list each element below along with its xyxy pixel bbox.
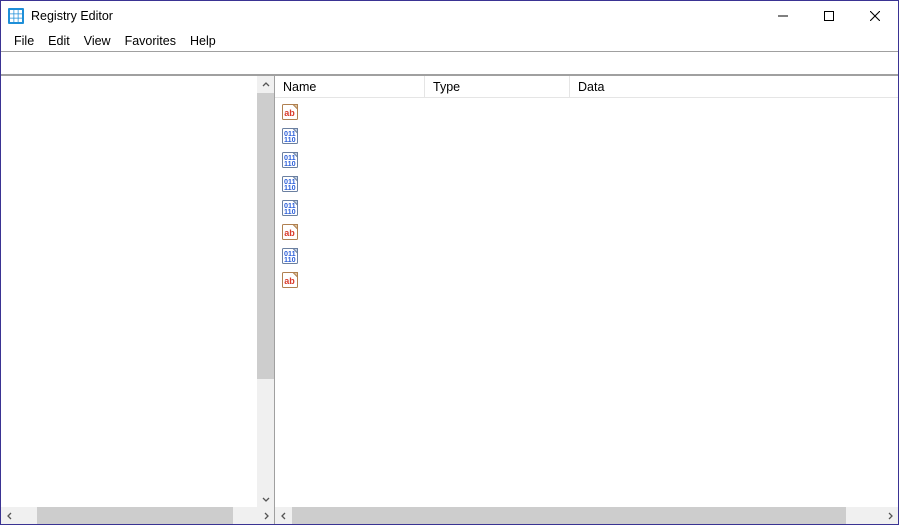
window-controls <box>760 1 898 31</box>
value-row[interactable] <box>279 196 894 220</box>
reg-binary-icon <box>281 151 299 169</box>
reg-binary-icon <box>281 127 299 145</box>
value-row[interactable] <box>279 220 894 244</box>
minimize-button[interactable] <box>760 1 806 31</box>
regedit-app-icon <box>8 8 24 24</box>
reg-binary-icon <box>281 175 299 193</box>
values-pane: Name Type Data <box>275 76 898 524</box>
reg-binary-icon <box>281 199 299 217</box>
menu-edit[interactable]: Edit <box>41 33 77 49</box>
value-row[interactable] <box>279 124 894 148</box>
scroll-down-icon[interactable] <box>257 490 274 507</box>
scrollbar-thumb[interactable] <box>292 507 846 524</box>
scrollbar-track[interactable] <box>292 507 881 524</box>
tree-horizontal-scrollbar[interactable] <box>1 507 274 524</box>
reg-string-icon <box>281 271 299 289</box>
column-header-name[interactable]: Name <box>275 76 425 97</box>
scroll-right-icon[interactable] <box>257 507 274 524</box>
reg-string-icon <box>281 223 299 241</box>
maximize-button[interactable] <box>806 1 852 31</box>
value-row[interactable] <box>279 172 894 196</box>
menu-file[interactable]: File <box>7 33 41 49</box>
scroll-up-icon[interactable] <box>257 76 274 93</box>
value-row[interactable] <box>279 148 894 172</box>
values-list[interactable] <box>275 98 898 507</box>
value-row[interactable] <box>279 100 894 124</box>
tree-vertical-scrollbar[interactable] <box>257 76 274 507</box>
key-tree[interactable] <box>1 76 257 507</box>
value-row[interactable] <box>279 244 894 268</box>
scrollbar-thumb[interactable] <box>37 507 233 524</box>
scrollbar-track[interactable] <box>18 507 257 524</box>
menubar: File Edit View Favorites Help <box>1 31 898 51</box>
tree-pane <box>1 76 275 524</box>
reg-binary-icon <box>281 247 299 265</box>
values-header: Name Type Data <box>275 76 898 98</box>
values-horizontal-scrollbar[interactable] <box>275 507 898 524</box>
column-header-data[interactable]: Data <box>570 76 898 97</box>
menu-favorites[interactable]: Favorites <box>118 33 183 49</box>
column-header-type[interactable]: Type <box>425 76 570 97</box>
close-button[interactable] <box>852 1 898 31</box>
scrollbar-track[interactable] <box>257 93 274 490</box>
scroll-left-icon[interactable] <box>1 507 18 524</box>
window-title: Registry Editor <box>31 9 113 23</box>
scrollbar-thumb[interactable] <box>257 93 274 379</box>
reg-string-icon <box>281 103 299 121</box>
address-bar[interactable] <box>1 51 898 75</box>
value-row[interactable] <box>279 268 894 292</box>
menu-view[interactable]: View <box>77 33 118 49</box>
content-area: Name Type Data <box>1 75 898 524</box>
menu-help[interactable]: Help <box>183 33 223 49</box>
scroll-left-icon[interactable] <box>275 507 292 524</box>
scroll-right-icon[interactable] <box>881 507 898 524</box>
registry-editor-window: Registry Editor File Edit View Favorites… <box>0 0 899 525</box>
titlebar: Registry Editor <box>1 1 898 31</box>
